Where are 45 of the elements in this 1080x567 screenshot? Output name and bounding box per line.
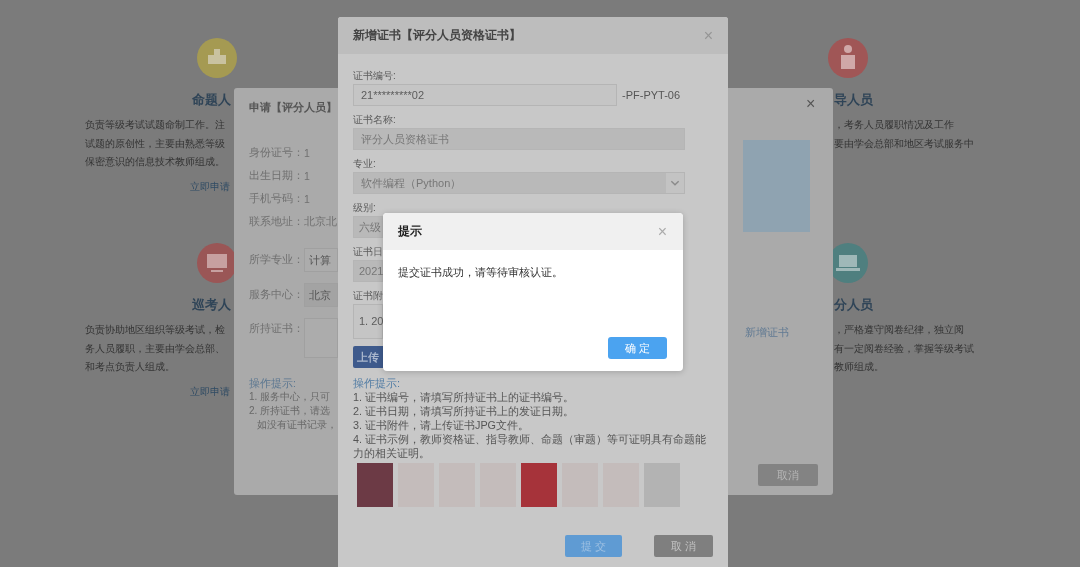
card-title: 巡考人 (192, 297, 231, 313)
major-select[interactable]: 计算 (304, 248, 338, 272)
certificate-sample-image (521, 463, 557, 507)
alert-message: 提交证书成功，请等待审核认证。 (398, 265, 564, 280)
input-field[interactable]: 六级 (353, 216, 383, 238)
chevron-down-icon[interactable] (666, 173, 684, 193)
apply-link[interactable]: 立即申请 (190, 179, 230, 194)
attachment-list[interactable]: 1. 20 (353, 304, 383, 339)
card-description: 负责协助地区组织等级考试，检 务人员履职，主要由学会总部、 和考点负责人组成。 (85, 323, 225, 374)
tips-title: 操作提示: (249, 376, 297, 390)
close-icon[interactable]: × (657, 222, 667, 241)
cancel-button[interactable]: 取 消 (654, 535, 713, 557)
field-label: 证书名称: (353, 113, 397, 127)
card-title: 命题人 (192, 92, 231, 108)
close-icon[interactable]: × (703, 26, 713, 45)
card-title: 分人员 (834, 297, 873, 313)
field-label: 证书日 (353, 245, 384, 259)
field-label: 证书附 (353, 289, 384, 303)
submit-button[interactable]: 提 交 (565, 535, 622, 557)
field-label: 证书编号: (353, 69, 397, 83)
card-title: 导人员 (834, 92, 873, 108)
tip-text: 2. 证书日期，请填写所持证书上的发证日期。 (353, 404, 575, 418)
tip-text: 4. 证书示例，教师资格证、指导教师、命题（审题）等可证明具有命题能力的相关证明。 (353, 432, 707, 460)
tips-title: 操作提示: (353, 376, 402, 390)
major-select[interactable]: 软件编程（Python） (353, 172, 685, 194)
add-certificate-link[interactable]: 新增证书 (745, 326, 833, 340)
upload-button[interactable]: 上传 (353, 346, 383, 368)
card-description: ，考务人员履职情况及工作 要由学会总部和地区考试服务中 (834, 118, 974, 151)
certificate-sample-image (357, 463, 393, 507)
apply-link[interactable]: 立即申请 (190, 384, 230, 399)
close-icon[interactable]: × (806, 96, 816, 112)
tip-text: 1. 证书编号，请填写所持证书上的证书编号。 (353, 390, 575, 404)
tip-text: 3. 证书附件，请上传证书JPG文件。 (353, 418, 530, 432)
certificate-list[interactable] (304, 318, 338, 358)
monitor-icon (197, 243, 237, 283)
confirm-button[interactable]: 确 定 (608, 337, 667, 359)
field-label: 级别: (353, 201, 377, 215)
number-suffix: -PF-PYT-06 (622, 89, 681, 101)
dialog-title: 新增证书【评分人员资格证书】 (353, 27, 521, 44)
field-label: 专业: (353, 157, 377, 171)
certificate-number-input[interactable]: 21*********02 (353, 84, 617, 106)
dialog-title: 提示 (398, 223, 422, 240)
dialog-title: 申请【评分人员】 (249, 100, 338, 114)
service-center-field[interactable]: 北京 (304, 283, 338, 307)
input-field[interactable]: 2021 (353, 260, 383, 282)
